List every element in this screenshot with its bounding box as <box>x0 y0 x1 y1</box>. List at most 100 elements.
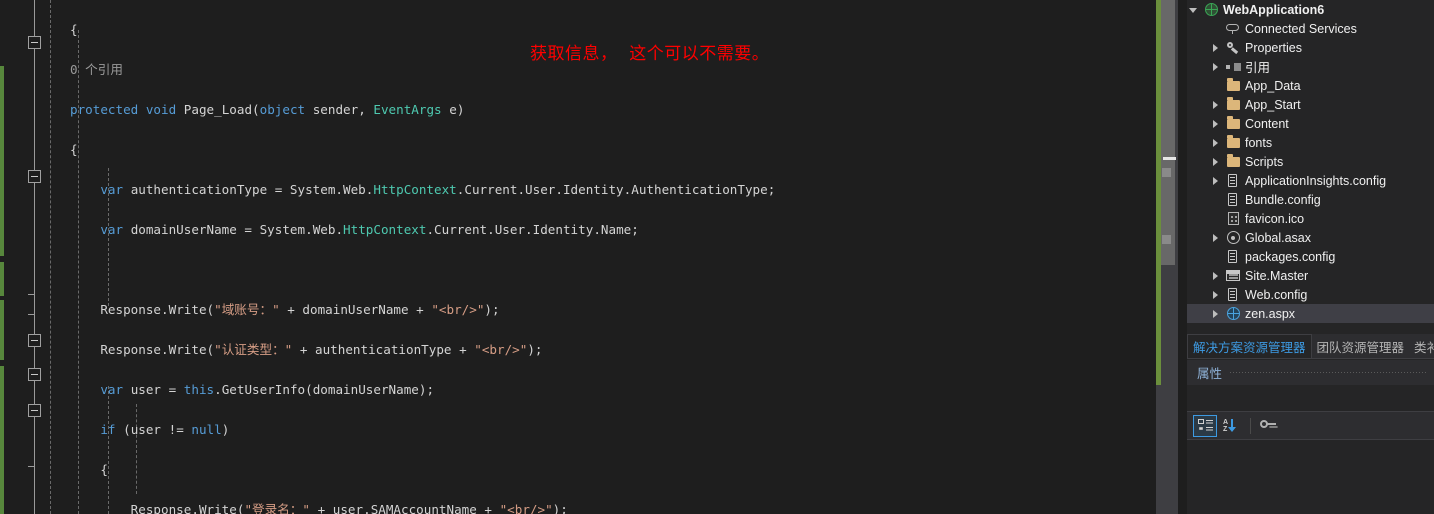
chevron-right-icon[interactable] <box>1209 114 1223 133</box>
aspx-web-icon <box>1223 304 1243 323</box>
tree-item-fonts[interactable]: fonts <box>1187 133 1434 152</box>
code-line: Response.Write("域账号：" + domainUserName +… <box>100 302 500 317</box>
tree-item-scripts[interactable]: Scripts <box>1187 152 1434 171</box>
tree-item-web-config[interactable]: Web.config <box>1187 285 1434 304</box>
tree-item-label: Web.config <box>1245 287 1308 302</box>
tree-item-webapplication6[interactable]: WebApplication6 <box>1187 0 1434 19</box>
tree-item-connected-services[interactable]: Connected Services <box>1187 19 1434 38</box>
properties-panel-header: 属性 <box>1187 360 1434 385</box>
code-line: var authenticationType = System.Web.Http… <box>100 182 776 197</box>
tree-item-label: WebApplication6 <box>1223 2 1325 17</box>
tree-item-[interactable]: 引用 <box>1187 57 1434 76</box>
chevron-down-icon[interactable] <box>1187 0 1201 19</box>
outline-tick <box>28 466 35 467</box>
alphabetical-sort-button[interactable]: AZ <box>1219 415 1243 437</box>
tree-item-label: fonts <box>1245 135 1273 150</box>
tree-item-packages-config[interactable]: packages.config <box>1187 247 1434 266</box>
chevron-right-icon[interactable] <box>1209 133 1223 152</box>
collapse-toggle[interactable] <box>28 170 41 183</box>
scrollbar-match-marker <box>1162 235 1171 244</box>
visual-studio-window: { 0 个引用 protected void Page_Load(object … <box>0 0 1434 514</box>
code-line: if (user != null) <box>100 422 230 437</box>
tree-item-content[interactable]: Content <box>1187 114 1434 133</box>
change-tracking-bar <box>0 0 4 514</box>
chevron-right-icon[interactable] <box>1209 95 1223 114</box>
collapse-toggle[interactable] <box>28 36 41 49</box>
codelens-label: 0 个引用 <box>70 62 123 77</box>
tree-item-label: Global.asax <box>1245 230 1312 245</box>
chevron-right-icon[interactable] <box>1209 152 1223 171</box>
solution-explorer-tree[interactable]: WebApplication6 Connected Services Propert… <box>1187 0 1434 334</box>
outline-vertical-line <box>34 0 35 514</box>
categorized-view-button[interactable] <box>1193 414 1217 437</box>
chevron-right-icon[interactable] <box>1209 38 1223 57</box>
references-icon <box>1223 57 1243 76</box>
tree-item-label: 引用 <box>1245 61 1271 75</box>
tree-item-global-asax[interactable]: Global.asax <box>1187 228 1434 247</box>
tree-item-zen-aspx[interactable]: zen.aspx <box>1187 304 1434 323</box>
tree-item-label: Site.Master <box>1245 268 1309 283</box>
code-line: Response.Write("认证类型：" + authenticationT… <box>100 342 543 357</box>
chevron-right-icon[interactable] <box>1209 285 1223 304</box>
outlining-gutter[interactable] <box>24 0 46 514</box>
tab-0[interactable]: 解决方案资源管理器 <box>1187 334 1312 358</box>
key-icon <box>1260 419 1276 432</box>
properties-toolbar[interactable]: AZ <box>1187 412 1434 440</box>
tree-item-applicationinsights-config[interactable]: ApplicationInsights.config <box>1187 171 1434 190</box>
tree-item-label: zen.aspx <box>1245 306 1296 321</box>
tab-1[interactable]: 团队资源管理器 <box>1312 334 1410 358</box>
config-file-icon <box>1223 190 1243 209</box>
master-page-icon <box>1223 266 1243 285</box>
panel-tabstrip[interactable]: 解决方案资源管理器团队资源管理器类衤 <box>1187 334 1434 359</box>
chevron-right-icon[interactable] <box>1209 171 1223 190</box>
tree-item-app-start[interactable]: App_Start <box>1187 95 1434 114</box>
tree-item-label: packages.config <box>1245 249 1336 264</box>
code-text[interactable]: { 0 个引用 protected void Page_Load(object … <box>46 0 1156 514</box>
tree-item-favicon-ico[interactable]: favicon.ico <box>1187 209 1434 228</box>
tree-item-label: Scripts <box>1245 154 1284 169</box>
tab-2[interactable]: 类衤 <box>1409 334 1434 358</box>
config-file-icon <box>1223 247 1243 266</box>
config-file-icon <box>1223 171 1243 190</box>
tree-item-label: ApplicationInsights.config <box>1245 173 1387 188</box>
web-project-icon <box>1201 0 1221 19</box>
tree-item-app-data[interactable]: App_Data <box>1187 76 1434 95</box>
code-line: var user = this.GetUserInfo(domainUserNa… <box>100 382 435 397</box>
scrollbar-thumb[interactable] <box>1161 0 1175 265</box>
properties-object-selector[interactable] <box>1187 385 1434 412</box>
editor-vertical-scrollbar[interactable] <box>1156 0 1178 514</box>
tree-item-label: Connected Services <box>1245 21 1357 36</box>
chevron-right-icon[interactable] <box>1209 266 1223 285</box>
code-line: protected void Page_Load(object sender, … <box>70 102 465 117</box>
categorized-icon <box>1197 419 1213 432</box>
code-editor-pane[interactable]: { 0 个引用 protected void Page_Load(object … <box>0 0 1182 514</box>
scrollbar-match-marker <box>1162 168 1171 177</box>
az-sort-icon: AZ <box>1223 418 1239 433</box>
properties-page-button[interactable] <box>1256 415 1280 437</box>
tree-item-site-master[interactable]: Site.Master <box>1187 266 1434 285</box>
tree-item-label: Bundle.config <box>1245 192 1321 207</box>
ico-file-icon <box>1223 209 1243 228</box>
tree-item-label: App_Start <box>1245 97 1301 112</box>
tree-item-bundle-config[interactable]: Bundle.config <box>1187 190 1434 209</box>
properties-grid-body[interactable] <box>1187 440 1434 514</box>
collapse-toggle[interactable] <box>28 334 41 347</box>
red-annotation-text: 获取信息， 这个可以不需要。 <box>530 44 770 64</box>
tree-item-label: favicon.ico <box>1245 211 1305 226</box>
code-line: Response.Write("登录名：" + user.SAMAccountN… <box>130 502 568 514</box>
header-dotted-rule <box>1230 372 1426 373</box>
tree-item-properties[interactable]: Properties <box>1187 38 1434 57</box>
wrench-icon <box>1223 38 1243 57</box>
collapse-toggle[interactable] <box>28 368 41 381</box>
collapse-toggle[interactable] <box>28 404 41 417</box>
chevron-right-icon[interactable] <box>1209 57 1223 76</box>
right-docked-panel: WebApplication6 Connected Services Propert… <box>1182 0 1434 514</box>
cloud-icon <box>1223 19 1243 38</box>
chevron-right-icon[interactable] <box>1209 304 1223 323</box>
outline-tick <box>28 314 35 315</box>
chevron-right-icon[interactable] <box>1209 228 1223 247</box>
